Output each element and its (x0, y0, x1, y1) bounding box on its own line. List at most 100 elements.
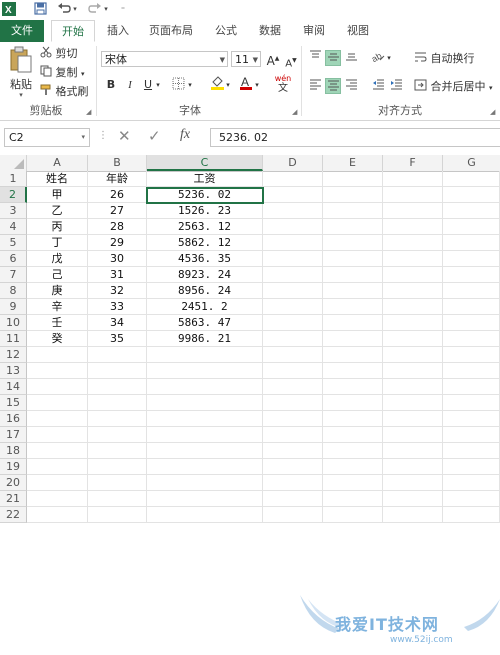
cell[interactable] (443, 363, 500, 379)
row-header[interactable]: 21 (0, 491, 27, 507)
row-header[interactable]: 9 (0, 299, 27, 315)
redo-dropdown-icon[interactable]: ▾ (102, 2, 110, 17)
cell[interactable] (443, 459, 500, 475)
customize-qat-icon[interactable]: ⁼ (118, 2, 128, 17)
worksheet-grid[interactable]: A B C D E F G 1 姓名 年龄 工资 2 甲 26 5236. 02 3 乙 27 152… (0, 155, 500, 645)
cell[interactable] (383, 475, 443, 491)
cell[interactable] (383, 507, 443, 523)
merge-dropdown-icon[interactable]: ▾ (489, 84, 493, 92)
cell[interactable] (323, 475, 383, 491)
cell[interactable]: 壬 (27, 315, 88, 331)
cell[interactable]: 5863. 47 (147, 315, 263, 331)
cell[interactable] (263, 411, 323, 427)
cell[interactable] (88, 427, 147, 443)
cell[interactable]: 辛 (27, 299, 88, 315)
cell[interactable] (27, 475, 88, 491)
font-color-dropdown-icon[interactable]: ▾ (253, 77, 261, 93)
decrease-font-button[interactable]: A▼ (283, 53, 299, 69)
cell[interactable] (383, 347, 443, 363)
cell[interactable]: 工资 (147, 171, 263, 187)
tab-data[interactable]: 数据 (252, 20, 288, 42)
borders-dropdown-icon[interactable]: ▾ (186, 77, 194, 93)
cell[interactable] (383, 171, 443, 187)
cell[interactable] (27, 347, 88, 363)
cell[interactable] (383, 235, 443, 251)
cell[interactable]: 姓名 (27, 171, 88, 187)
cell[interactable] (443, 491, 500, 507)
select-all-corner[interactable] (0, 155, 27, 171)
font-name-combo[interactable]: 宋体 ▼ (101, 51, 228, 67)
underline-dropdown-icon[interactable]: ▾ (154, 77, 162, 93)
column-header-f[interactable]: F (383, 155, 443, 171)
column-header-e[interactable]: E (323, 155, 383, 171)
cell[interactable] (147, 395, 263, 411)
cell[interactable]: 丙 (27, 219, 88, 235)
cell[interactable] (383, 267, 443, 283)
cell[interactable] (323, 251, 383, 267)
column-header-c[interactable]: C (147, 155, 263, 171)
undo-dropdown-icon[interactable]: ▾ (71, 2, 79, 17)
row-header[interactable]: 4 (0, 219, 27, 235)
italic-button[interactable]: I (122, 77, 138, 93)
tab-insert[interactable]: 插入 (100, 20, 136, 42)
cell[interactable] (383, 411, 443, 427)
cell[interactable]: 26 (88, 187, 147, 203)
cell[interactable]: 8956. 24 (147, 283, 263, 299)
cell[interactable] (323, 379, 383, 395)
cell[interactable]: 32 (88, 283, 147, 299)
cell[interactable]: 34 (88, 315, 147, 331)
cell[interactable] (383, 203, 443, 219)
cell[interactable]: 癸 (27, 331, 88, 347)
cell[interactable] (383, 379, 443, 395)
cell[interactable] (323, 395, 383, 411)
formula-input[interactable]: 5236. 02 (210, 128, 500, 147)
cell[interactable] (383, 251, 443, 267)
row-header[interactable]: 8 (0, 283, 27, 299)
wrap-text-button[interactable]: 自动换行 (414, 51, 475, 67)
cell[interactable]: 33 (88, 299, 147, 315)
cell[interactable] (27, 411, 88, 427)
cell[interactable]: 4536. 35 (147, 251, 263, 267)
cell[interactable] (443, 219, 500, 235)
cell[interactable] (263, 203, 323, 219)
row-header[interactable]: 6 (0, 251, 27, 267)
align-right-button[interactable] (343, 78, 359, 94)
cell[interactable] (263, 475, 323, 491)
cut-button[interactable]: 剪切 (40, 46, 78, 62)
row-header[interactable]: 15 (0, 395, 27, 411)
cell[interactable] (443, 187, 500, 203)
cell[interactable] (263, 251, 323, 267)
clipboard-launcher-icon[interactable]: ◢ (86, 108, 91, 116)
tab-review[interactable]: 审阅 (296, 20, 332, 42)
cell[interactable] (147, 459, 263, 475)
cell[interactable] (27, 491, 88, 507)
cell[interactable] (443, 315, 500, 331)
copy-button[interactable]: 复制 ▾ (40, 65, 85, 81)
merge-center-button[interactable]: 合并后居中 ▾ (414, 79, 493, 95)
cell[interactable] (27, 507, 88, 523)
cell[interactable] (323, 491, 383, 507)
cell[interactable] (323, 235, 383, 251)
insert-function-icon[interactable]: fx (180, 127, 190, 143)
cell[interactable]: 甲 (27, 187, 88, 203)
cell[interactable] (263, 171, 323, 187)
tab-page-layout[interactable]: 页面布局 (142, 20, 200, 42)
cell[interactable] (88, 459, 147, 475)
cell[interactable]: 2563. 12 (147, 219, 263, 235)
font-color-button[interactable]: A (238, 75, 254, 91)
cell[interactable] (383, 395, 443, 411)
cell[interactable] (263, 491, 323, 507)
orientation-dropdown-icon[interactable]: ▾ (385, 50, 393, 66)
cell[interactable] (263, 187, 323, 203)
cell[interactable] (383, 219, 443, 235)
cell[interactable] (443, 475, 500, 491)
cell[interactable]: 戊 (27, 251, 88, 267)
cell[interactable] (27, 443, 88, 459)
cell[interactable] (323, 315, 383, 331)
row-header[interactable]: 3 (0, 203, 27, 219)
cell[interactable] (263, 427, 323, 443)
cell[interactable]: 5862. 12 (147, 235, 263, 251)
align-center-button[interactable] (325, 78, 341, 94)
cell[interactable] (147, 507, 263, 523)
cell[interactable] (323, 427, 383, 443)
